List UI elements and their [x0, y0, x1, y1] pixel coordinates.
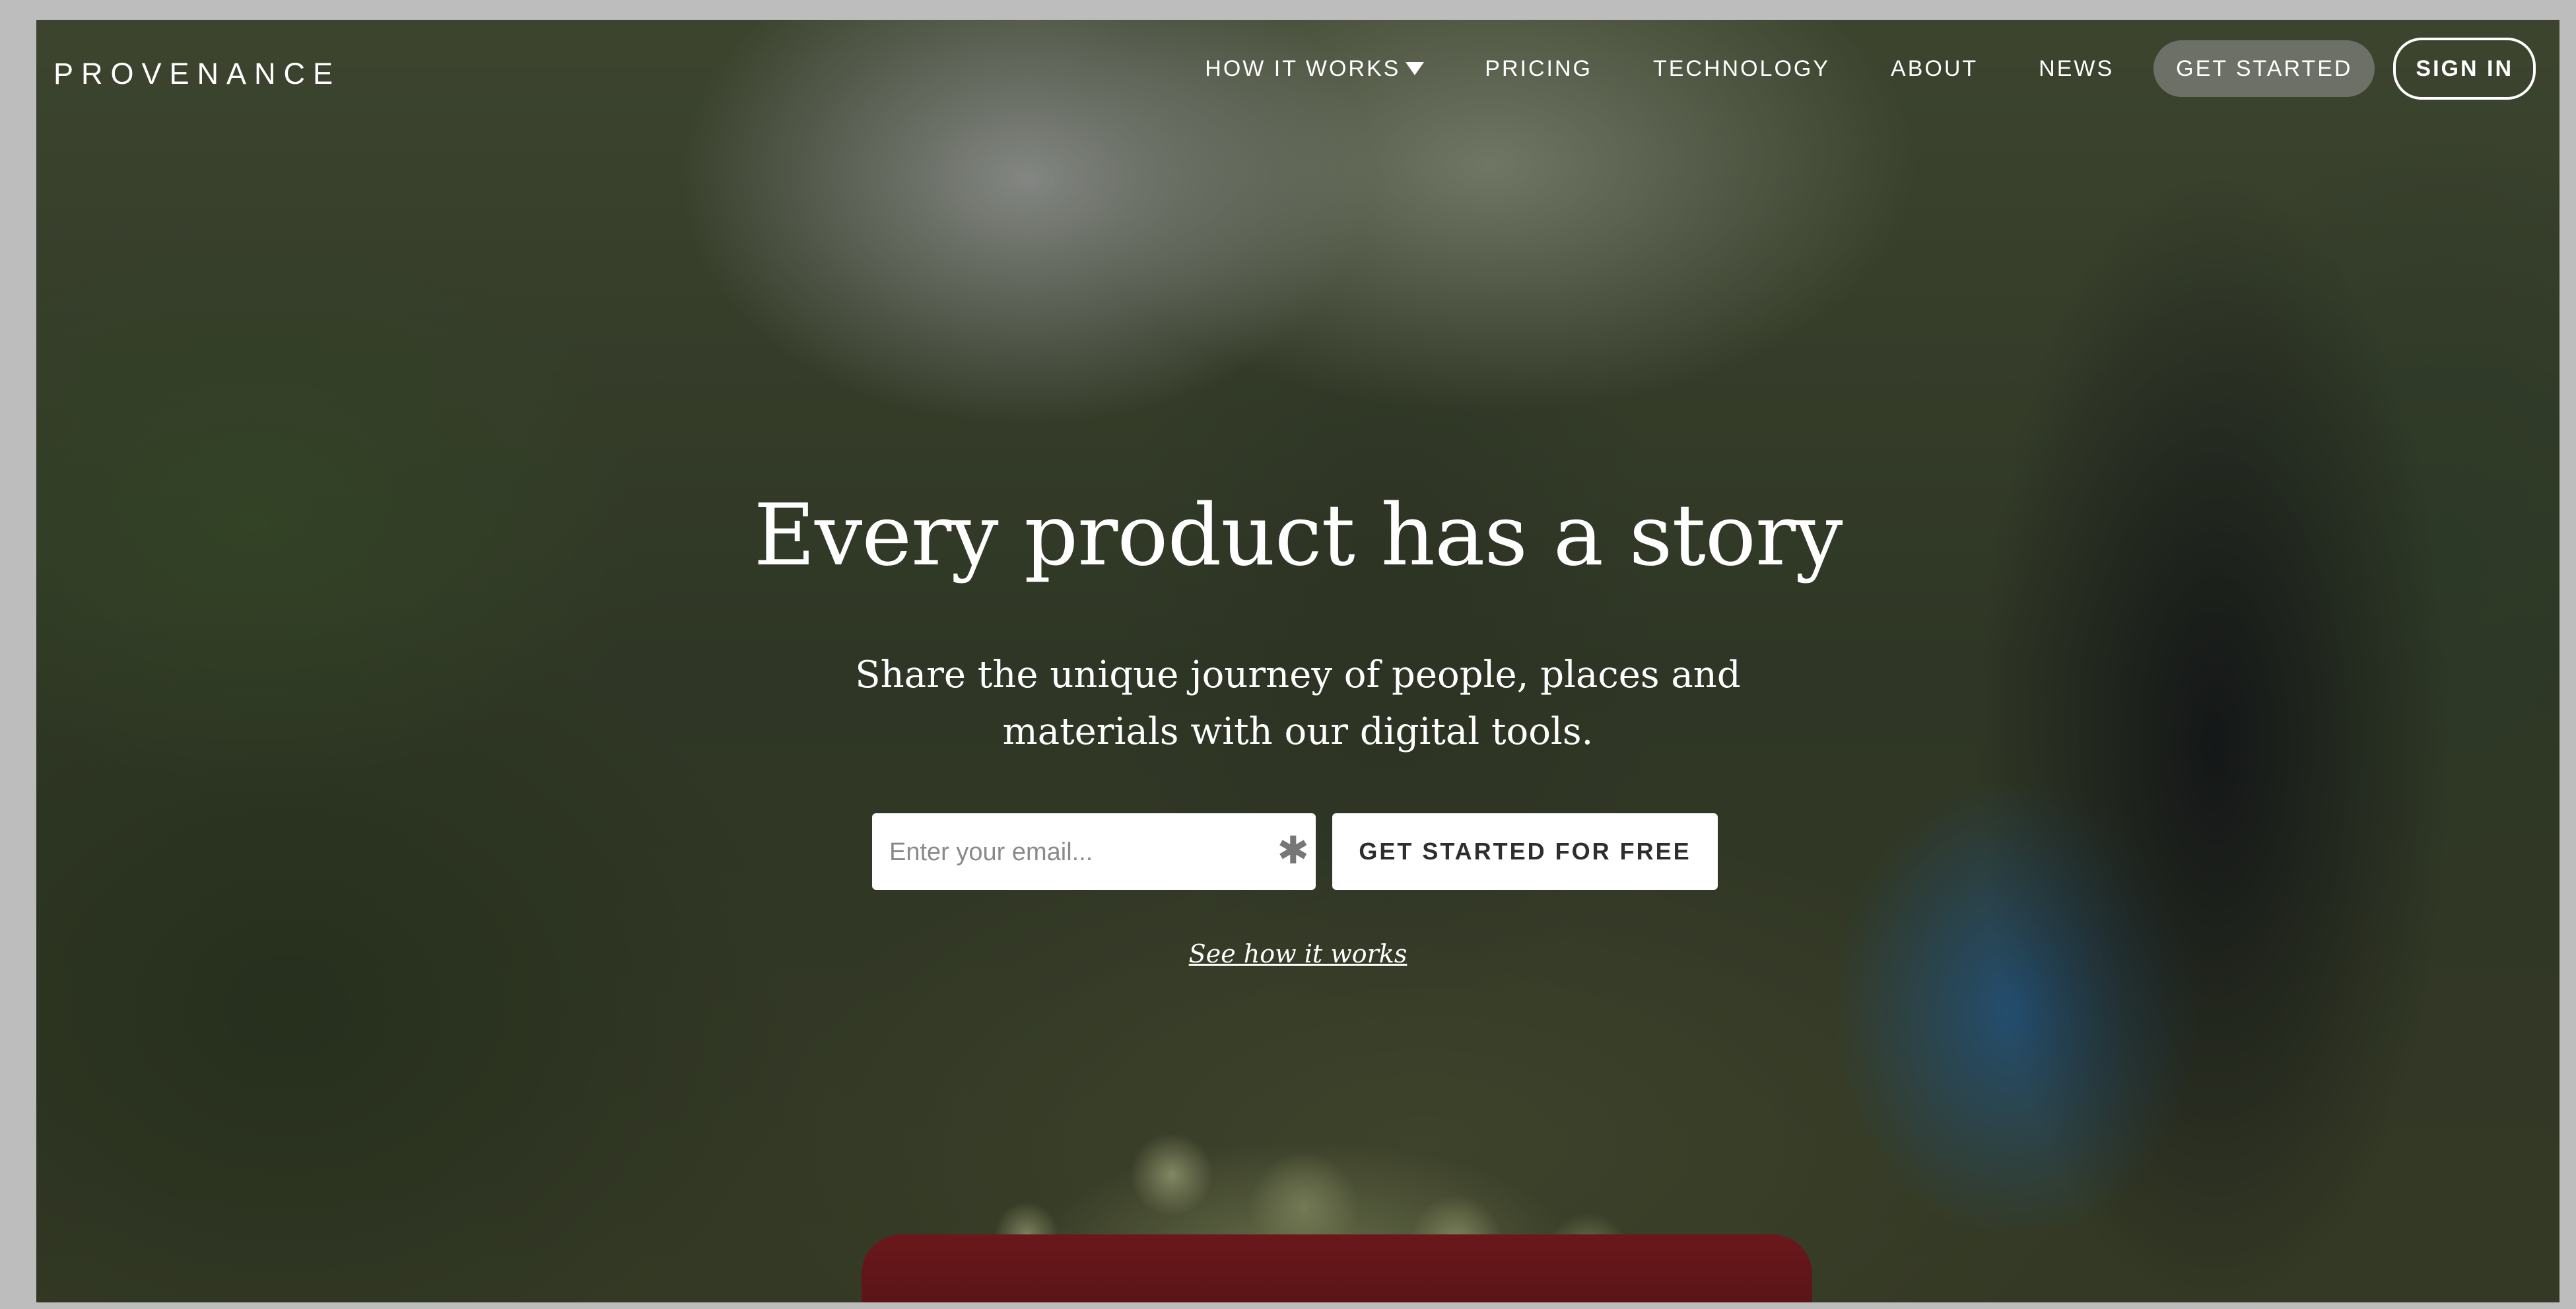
sign-in-button[interactable]: SIGN IN	[2393, 38, 2536, 100]
get-started-for-free-button[interactable]: GET STARTED FOR FREE	[1332, 813, 1718, 890]
brand-logo[interactable]: PROVENANCE	[53, 57, 341, 91]
email-field-wrapper: ✱	[872, 813, 1316, 891]
email-input[interactable]	[888, 813, 1273, 891]
hero-subheadline-line-1: Share the unique journey of people, plac…	[855, 654, 1741, 696]
nav-technology[interactable]: TECHNOLOGY	[1653, 56, 1830, 82]
nav-news[interactable]: NEWS	[2039, 56, 2114, 82]
nav-about[interactable]: ABOUT	[1891, 56, 1978, 82]
hero-section: PROVENANCE HOW IT WORKS PRICING TECHNOLO…	[36, 20, 2559, 1302]
nav-how-it-works[interactable]: HOW IT WORKS	[1205, 55, 1425, 82]
hero-subheadline: Share the unique journey of people, plac…	[757, 647, 1839, 760]
nav-pricing[interactable]: PRICING	[1485, 56, 1592, 82]
see-how-it-works-link-text[interactable]: See how it works	[1189, 939, 1407, 968]
main-nav: HOW IT WORKS PRICING TECHNOLOGY ABOUT NE…	[1205, 30, 2536, 107]
nav-how-it-works-label: HOW IT WORKS	[1205, 55, 1401, 81]
hero-subheadline-line-2: materials with our digital tools.	[1002, 710, 1594, 753]
caret-down-icon	[1406, 62, 1425, 75]
browser-frame: PROVENANCE HOW IT WORKS PRICING TECHNOLO…	[0, 0, 2576, 1309]
hero-headline: Every product has a story	[753, 487, 1843, 585]
required-asterisk-icon: ✱	[1277, 828, 1309, 873]
get-started-button[interactable]: GET STARTED	[2153, 40, 2375, 97]
see-how-it-works-link: See how it works	[36, 939, 2559, 968]
